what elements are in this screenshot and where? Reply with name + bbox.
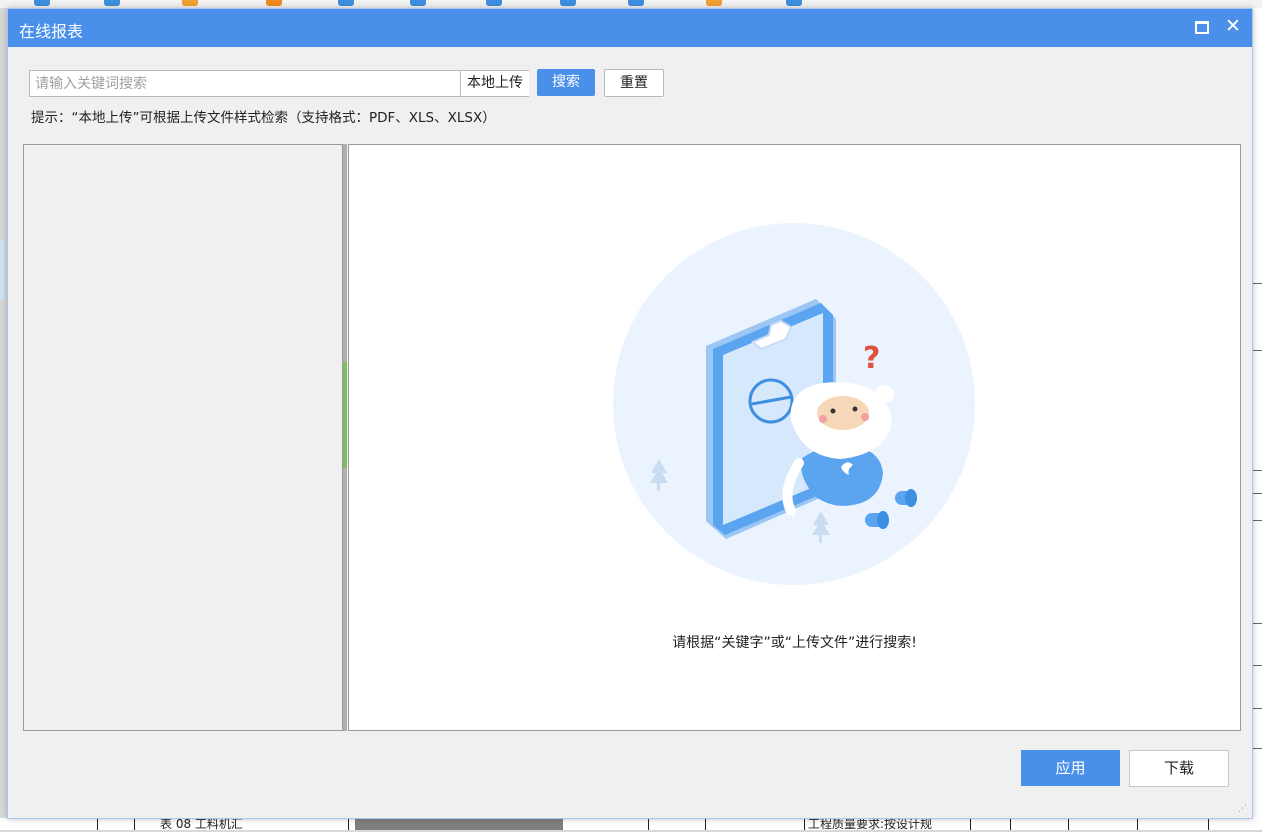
toolbar-icon bbox=[104, 0, 120, 6]
local-upload-button[interactable]: 本地上传 bbox=[460, 71, 529, 96]
background-sidebar-edge bbox=[0, 240, 4, 300]
dialog-titlebar[interactable]: 在线报表 ✕ bbox=[8, 9, 1252, 47]
maximize-icon[interactable] bbox=[1195, 21, 1209, 34]
search-button[interactable]: 搜索 bbox=[537, 69, 595, 96]
search-input[interactable] bbox=[30, 71, 458, 96]
reset-button[interactable]: 重置 bbox=[604, 69, 664, 97]
toolbar-icon bbox=[628, 0, 644, 6]
preview-panel: ? 请根据“关键字”或“上传文件”进行搜索! bbox=[348, 144, 1241, 731]
toolbar-icon bbox=[34, 0, 50, 6]
close-icon[interactable]: ✕ bbox=[1222, 15, 1244, 37]
hint-text: 提示：“本地上传”可根据上传文件样式检索（支持格式：PDF、XLS、XLSX） bbox=[31, 110, 496, 126]
svg-text:?: ? bbox=[863, 341, 880, 376]
toolbar-icon bbox=[560, 0, 576, 6]
splitter-handle[interactable] bbox=[343, 362, 347, 468]
download-button[interactable]: 下载 bbox=[1129, 750, 1229, 787]
panel-splitter[interactable] bbox=[343, 144, 347, 731]
toolbar-icon bbox=[182, 0, 198, 6]
search-box: 本地上传 bbox=[29, 70, 529, 97]
background-toolbar bbox=[0, 0, 1262, 8]
toolbar-icon bbox=[786, 0, 802, 6]
toolbar-icon bbox=[338, 0, 354, 6]
online-report-dialog: 在线报表 ✕ 本地上传 搜索 重置 提示：“本地上传”可根据上传文件样式检索（支… bbox=[7, 8, 1253, 819]
result-list-panel[interactable] bbox=[23, 144, 343, 731]
toolbar-icon bbox=[410, 0, 426, 6]
apply-button[interactable]: 应用 bbox=[1021, 750, 1120, 786]
background-table-row: 表 08 工料机汇 工程质量要求:按设计规 bbox=[0, 817, 1262, 831]
dialog-title: 在线报表 bbox=[19, 22, 84, 41]
toolbar-icon bbox=[486, 0, 502, 6]
empty-state-message: 请根据“关键字”或“上传文件”进行搜索! bbox=[672, 635, 917, 651]
toolbar-icon bbox=[266, 0, 282, 6]
empty-search-illustration: ? bbox=[613, 223, 975, 585]
resize-grip-icon[interactable]: ⋰ bbox=[1238, 804, 1248, 814]
toolbar-icon bbox=[706, 0, 722, 6]
